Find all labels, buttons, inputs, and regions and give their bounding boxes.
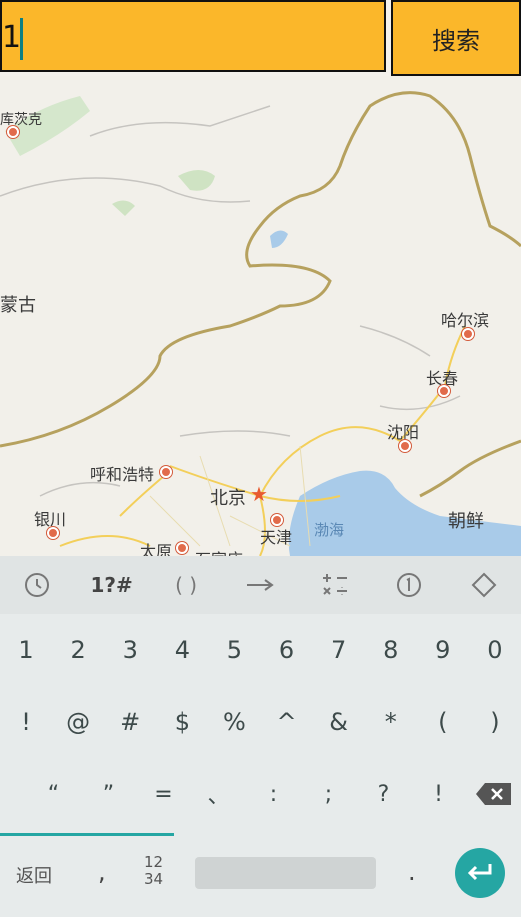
keyboard-row-punctuation: “ ” = 、 : ; ? ! bbox=[0, 758, 521, 830]
comma-key[interactable]: , bbox=[98, 858, 106, 886]
back-key[interactable]: 返回 bbox=[16, 862, 52, 888]
circled-number-icon[interactable] bbox=[372, 556, 446, 614]
key[interactable]: ? bbox=[356, 758, 411, 830]
key[interactable]: & bbox=[313, 686, 365, 758]
arrow-icon[interactable] bbox=[223, 556, 297, 614]
numpad-key-bottom: 34 bbox=[144, 870, 164, 888]
numpad-key-top: 12 bbox=[144, 853, 164, 871]
key[interactable]: 7 bbox=[313, 614, 365, 686]
key[interactable]: 2 bbox=[52, 614, 104, 686]
key[interactable]: 9 bbox=[417, 614, 469, 686]
math-symbols-icon[interactable] bbox=[298, 556, 372, 614]
map-label-mongolia: 蒙古 bbox=[0, 295, 36, 316]
province-border bbox=[419, 439, 521, 498]
bohai-sea bbox=[288, 470, 521, 556]
key[interactable]: % bbox=[208, 686, 260, 758]
capital-star-icon: ★ bbox=[250, 482, 268, 506]
map-label-beijing: 北京 bbox=[210, 488, 246, 509]
map-label-choibalsan: 库茨克 bbox=[0, 112, 42, 128]
key[interactable]: 4 bbox=[156, 614, 208, 686]
key[interactable]: : bbox=[246, 758, 301, 830]
lake bbox=[270, 230, 288, 248]
map-label-bohai: 渤海 bbox=[314, 521, 345, 539]
diamond-icon[interactable] bbox=[447, 556, 521, 614]
numpad-key[interactable]: 12 34 bbox=[144, 854, 163, 888]
city-marker bbox=[176, 542, 188, 554]
search-button[interactable]: 搜索 bbox=[391, 0, 521, 76]
map-label-hohhot: 呼和浩特 bbox=[90, 465, 155, 484]
city-marker bbox=[399, 440, 411, 452]
key[interactable]: 0 bbox=[469, 614, 521, 686]
city-marker bbox=[7, 126, 19, 138]
green-area bbox=[178, 170, 215, 191]
text-caret bbox=[20, 18, 23, 60]
key[interactable]: ) bbox=[469, 686, 521, 758]
symbols-tab[interactable]: 1?# bbox=[74, 556, 148, 614]
map-label-korea: 朝鲜 bbox=[448, 511, 484, 532]
map-label-shijiazhuang: 石家庄 bbox=[195, 546, 243, 556]
key[interactable]: $ bbox=[156, 686, 208, 758]
key[interactable]: * bbox=[365, 686, 417, 758]
key[interactable]: 3 bbox=[104, 614, 156, 686]
key[interactable]: “ bbox=[26, 758, 81, 830]
key[interactable]: 1 bbox=[0, 614, 52, 686]
keyboard-row-symbols: ! @ # $ % ^ & * ( ) bbox=[0, 686, 521, 758]
key[interactable]: 6 bbox=[260, 614, 312, 686]
keyboard-bottom-row: 返回 , 12 34 . bbox=[0, 836, 521, 917]
key[interactable]: ! bbox=[0, 686, 52, 758]
key[interactable]: ” bbox=[81, 758, 136, 830]
map-label-tianjin: 天津 bbox=[260, 528, 293, 547]
city-marker bbox=[47, 527, 59, 539]
key[interactable]: # bbox=[104, 686, 156, 758]
key[interactable]: 8 bbox=[365, 614, 417, 686]
city-marker bbox=[462, 328, 474, 340]
search-input-value: 1 bbox=[2, 20, 22, 55]
key[interactable]: 5 bbox=[208, 614, 260, 686]
keyboard-row-numbers: 1 2 3 4 5 6 7 8 9 0 bbox=[0, 614, 521, 686]
key[interactable]: 、 bbox=[191, 758, 246, 830]
key[interactable]: ^ bbox=[260, 686, 312, 758]
search-bar: 1 搜索 bbox=[0, 0, 521, 76]
city-marker bbox=[438, 385, 450, 397]
key[interactable]: ! bbox=[411, 758, 466, 830]
brackets-tab[interactable]: ( ) bbox=[149, 556, 223, 614]
key[interactable]: ; bbox=[301, 758, 356, 830]
backspace-icon[interactable] bbox=[466, 758, 521, 830]
green-area bbox=[112, 200, 135, 216]
city-marker bbox=[160, 466, 172, 478]
key[interactable]: = bbox=[136, 758, 191, 830]
space-key[interactable] bbox=[195, 857, 376, 889]
city-marker bbox=[271, 514, 283, 526]
period-key[interactable]: . bbox=[408, 858, 416, 886]
map-view[interactable]: 库茨克 蒙古 哈尔滨 长春 沈阳 呼和浩特 北京 ★ 天津 渤海 朝鲜 银川 太… bbox=[0, 76, 521, 556]
enter-icon bbox=[467, 864, 492, 881]
key[interactable]: ( bbox=[417, 686, 469, 758]
enter-key[interactable] bbox=[455, 848, 505, 898]
search-input[interactable]: 1 bbox=[0, 0, 386, 72]
clock-icon[interactable] bbox=[0, 556, 74, 614]
keyboard-toolbar: 1?# ( ) bbox=[0, 556, 521, 614]
map-label-taiyuan: 太原 bbox=[140, 542, 173, 556]
key[interactable]: @ bbox=[52, 686, 104, 758]
